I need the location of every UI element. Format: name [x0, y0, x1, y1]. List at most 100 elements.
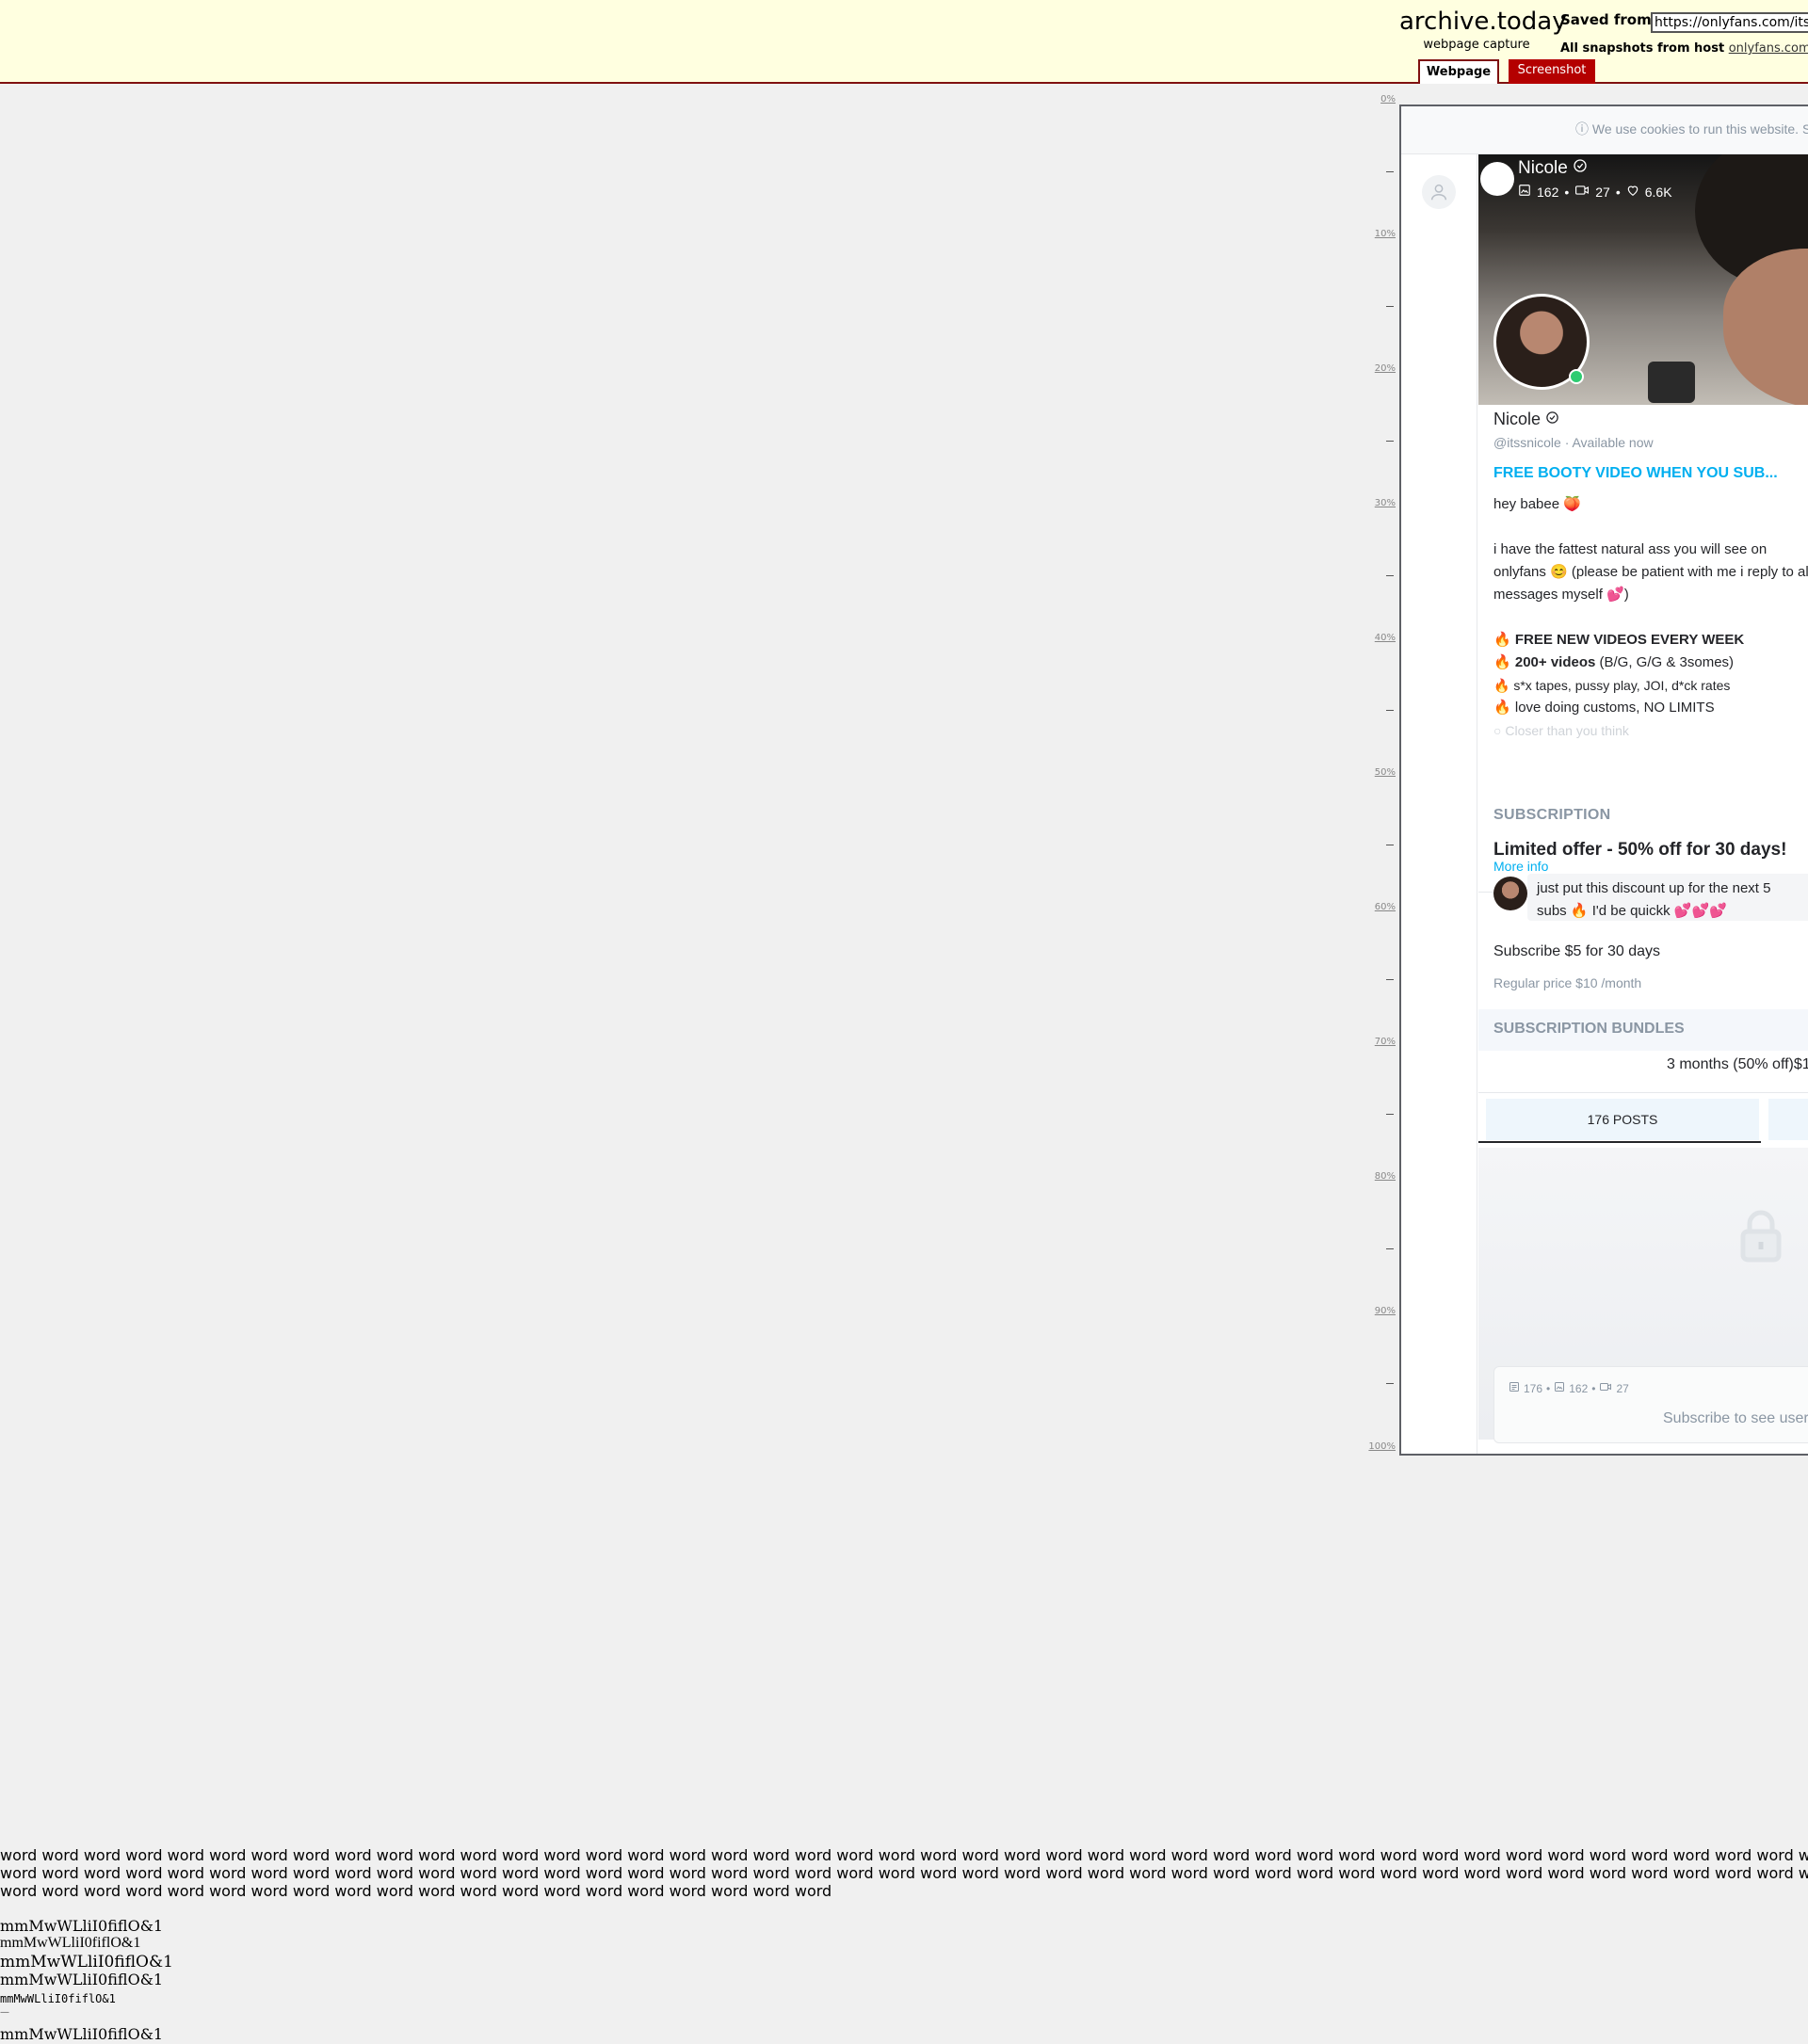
- ruler-label[interactable]: 80%: [1358, 1171, 1396, 1182]
- cover-stats: 162 • 27 • 6.6K: [1518, 184, 1672, 200]
- font-probe-sample: mmMwWLliI0fiflO&1: [0, 1992, 116, 2005]
- saved-from-label: Saved from: [1560, 11, 1652, 28]
- saved-url-input[interactable]: https://onlyfans.com/itssnicole: [1651, 12, 1808, 33]
- verified-icon: [1573, 158, 1588, 178]
- ruler-label[interactable]: 90%: [1358, 1306, 1396, 1316]
- cover-name: Nicole: [1518, 158, 1588, 179]
- ruler-label[interactable]: 70%: [1358, 1037, 1396, 1047]
- ruler-label[interactable]: 20%: [1358, 363, 1396, 374]
- online-status-dot: [1569, 369, 1584, 384]
- stat-separator: •: [1591, 1381, 1596, 1395]
- host-link[interactable]: onlyfans.com: [1729, 41, 1808, 56]
- font-probe-sample: mmMwWLliI0fiflO&1: [0, 1917, 164, 1935]
- ruler-label[interactable]: 40%: [1358, 633, 1396, 643]
- bullet-icon: 🔥: [1493, 654, 1511, 670]
- bundles-title: SUBSCRIPTION BUNDLES: [1493, 1021, 1685, 1037]
- cover-videos-count: 27: [1595, 184, 1610, 200]
- profile-bio: hey babee 🍑 i have the fattest natural a…: [1493, 493, 1808, 742]
- ruler-label[interactable]: 30%: [1358, 498, 1396, 508]
- ruler-tick: [1386, 1114, 1394, 1115]
- cover-photos-count: 162: [1537, 184, 1559, 200]
- bio-bullet: 🔥 FREE NEW VIDEOS EVERY WEEK: [1493, 629, 1808, 652]
- bio-bullet: ○ Closer than you think: [1493, 719, 1808, 742]
- captured-page-frame: ⓘ We use cookies to run this website. S …: [1399, 105, 1808, 1456]
- profile-headline[interactable]: FREE BOOTY VIDEO WHEN YOU SUB...: [1493, 465, 1778, 482]
- ruler-tick: [1386, 1383, 1394, 1384]
- all-snapshots-label: All snapshots from host: [1560, 41, 1725, 56]
- ruler-label[interactable]: 60%: [1358, 902, 1396, 912]
- ruler-tick: [1386, 710, 1394, 711]
- locked-stats: 176 • 162 • 27: [1509, 1381, 1629, 1395]
- bio-line: hey babee 🍑: [1493, 496, 1581, 512]
- subscribe-button[interactable]: Subscribe $5 for 30 days: [1493, 943, 1660, 960]
- user-icon: [1430, 184, 1447, 201]
- ruler-label[interactable]: 0%: [1358, 94, 1396, 105]
- cover-name-text: Nicole: [1518, 158, 1568, 178]
- post-icon: [1509, 1381, 1520, 1395]
- bio-bold: FREE NEW VIDEOS EVERY WEEK: [1514, 632, 1745, 648]
- bullet-icon: 🔥: [1493, 700, 1511, 716]
- more-info-link[interactable]: More info: [1493, 859, 1548, 874]
- archive-brand[interactable]: archive.today webpage capture: [1399, 6, 1567, 53]
- bullet-icon: 🔥: [1493, 632, 1511, 648]
- probe-words-line: word word word word word word word word …: [0, 1864, 1808, 1882]
- lock-icon: [1737, 1207, 1784, 1267]
- bullet-icon: 🔥: [1493, 678, 1510, 693]
- locked-posts-count: 176: [1524, 1381, 1543, 1395]
- brand-title[interactable]: archive.today: [1399, 6, 1567, 38]
- locked-photos-count: 162: [1569, 1381, 1589, 1395]
- probe-words-line: word word word word word word word word …: [0, 1882, 832, 1900]
- brand-subtitle: webpage capture: [1423, 38, 1530, 52]
- video-icon: [1574, 184, 1590, 200]
- stat-separator: •: [1546, 1381, 1551, 1395]
- offer-message-avatar: [1493, 877, 1527, 910]
- image-icon: [1554, 1381, 1565, 1395]
- profile-handle: @itssnicole: [1493, 435, 1561, 450]
- bio-line: i have the fattest natural ass you will …: [1493, 541, 1808, 603]
- ruler-tick: [1386, 441, 1394, 442]
- ruler-tick: [1386, 979, 1394, 980]
- subscription-title: SUBSCRIPTION: [1493, 807, 1611, 823]
- bio-bold: 200+ videos: [1514, 654, 1596, 670]
- font-probe-words: word word word word word word word word …: [0, 1846, 1808, 1900]
- ruler-label[interactable]: 50%: [1358, 767, 1396, 778]
- image-icon: [1518, 184, 1531, 200]
- offer-message-text: just put this discount up for the next 5…: [1537, 880, 1771, 919]
- locked-videos-count: 27: [1616, 1381, 1629, 1395]
- tab-media[interactable]: [1768, 1099, 1808, 1140]
- ruler-tick: [1386, 306, 1394, 307]
- ruler-label[interactable]: 100%: [1358, 1441, 1396, 1452]
- tab-webpage[interactable]: Webpage: [1418, 59, 1499, 84]
- verified-icon: [1545, 410, 1559, 428]
- probe-words-line: word word word word word word word word …: [0, 1846, 1808, 1864]
- subscription-offer: Limited offer - 50% off for 30 days!: [1493, 840, 1787, 860]
- bundle-option-button[interactable]: 3 months (50% off)$1: [1667, 1056, 1808, 1073]
- bio-bullet: 🔥 s*x tapes, pussy play, JOI, d*ck rates: [1493, 674, 1808, 697]
- bio-bullet: 🔥 love doing customs, NO LIMITS: [1493, 697, 1808, 719]
- cookie-icon: ⓘ: [1575, 121, 1589, 137]
- font-probe-sample: mmMwWLliI0fiflO&1: [0, 2025, 164, 2043]
- divider: [1478, 1092, 1808, 1093]
- archive-header: archive.today webpage capture Saved from…: [0, 0, 1808, 84]
- profile-name: Nicole: [1493, 410, 1559, 429]
- ruler-tick: [1386, 1248, 1394, 1249]
- font-probe-sample: mmMwWLliI0fiflO&1: [0, 1953, 173, 1972]
- cover-mini-avatar[interactable]: [1480, 162, 1514, 196]
- bio-text: love doing customs, NO LIMITS: [1514, 700, 1715, 716]
- video-icon: [1599, 1381, 1612, 1395]
- tab-screenshot[interactable]: Screenshot: [1509, 59, 1595, 84]
- sidebar-avatar[interactable]: [1422, 175, 1456, 209]
- ruler-label[interactable]: 10%: [1358, 229, 1396, 239]
- tab-posts[interactable]: 176 POSTS: [1486, 1099, 1759, 1140]
- stat-separator: •: [1615, 184, 1621, 200]
- profile-status: Available now: [1572, 435, 1654, 450]
- profile-name-text: Nicole: [1493, 410, 1542, 428]
- locked-subscribe-card[interactable]: [1493, 1366, 1808, 1443]
- bio-text: (B/G, G/G & 3somes): [1595, 654, 1735, 670]
- ruler-tick: [1386, 575, 1394, 576]
- locked-subscribe-text[interactable]: Subscribe to see user': [1663, 1410, 1808, 1427]
- font-probe-sample: mmMwWLliI0fiflO&1: [0, 1935, 141, 1951]
- bio-bullet: 🔥 200+ videos (B/G, G/G & 3somes): [1493, 652, 1808, 674]
- cookie-message: We use cookies to run this website. S: [1591, 121, 1808, 137]
- tab-active-underline: [1478, 1141, 1761, 1143]
